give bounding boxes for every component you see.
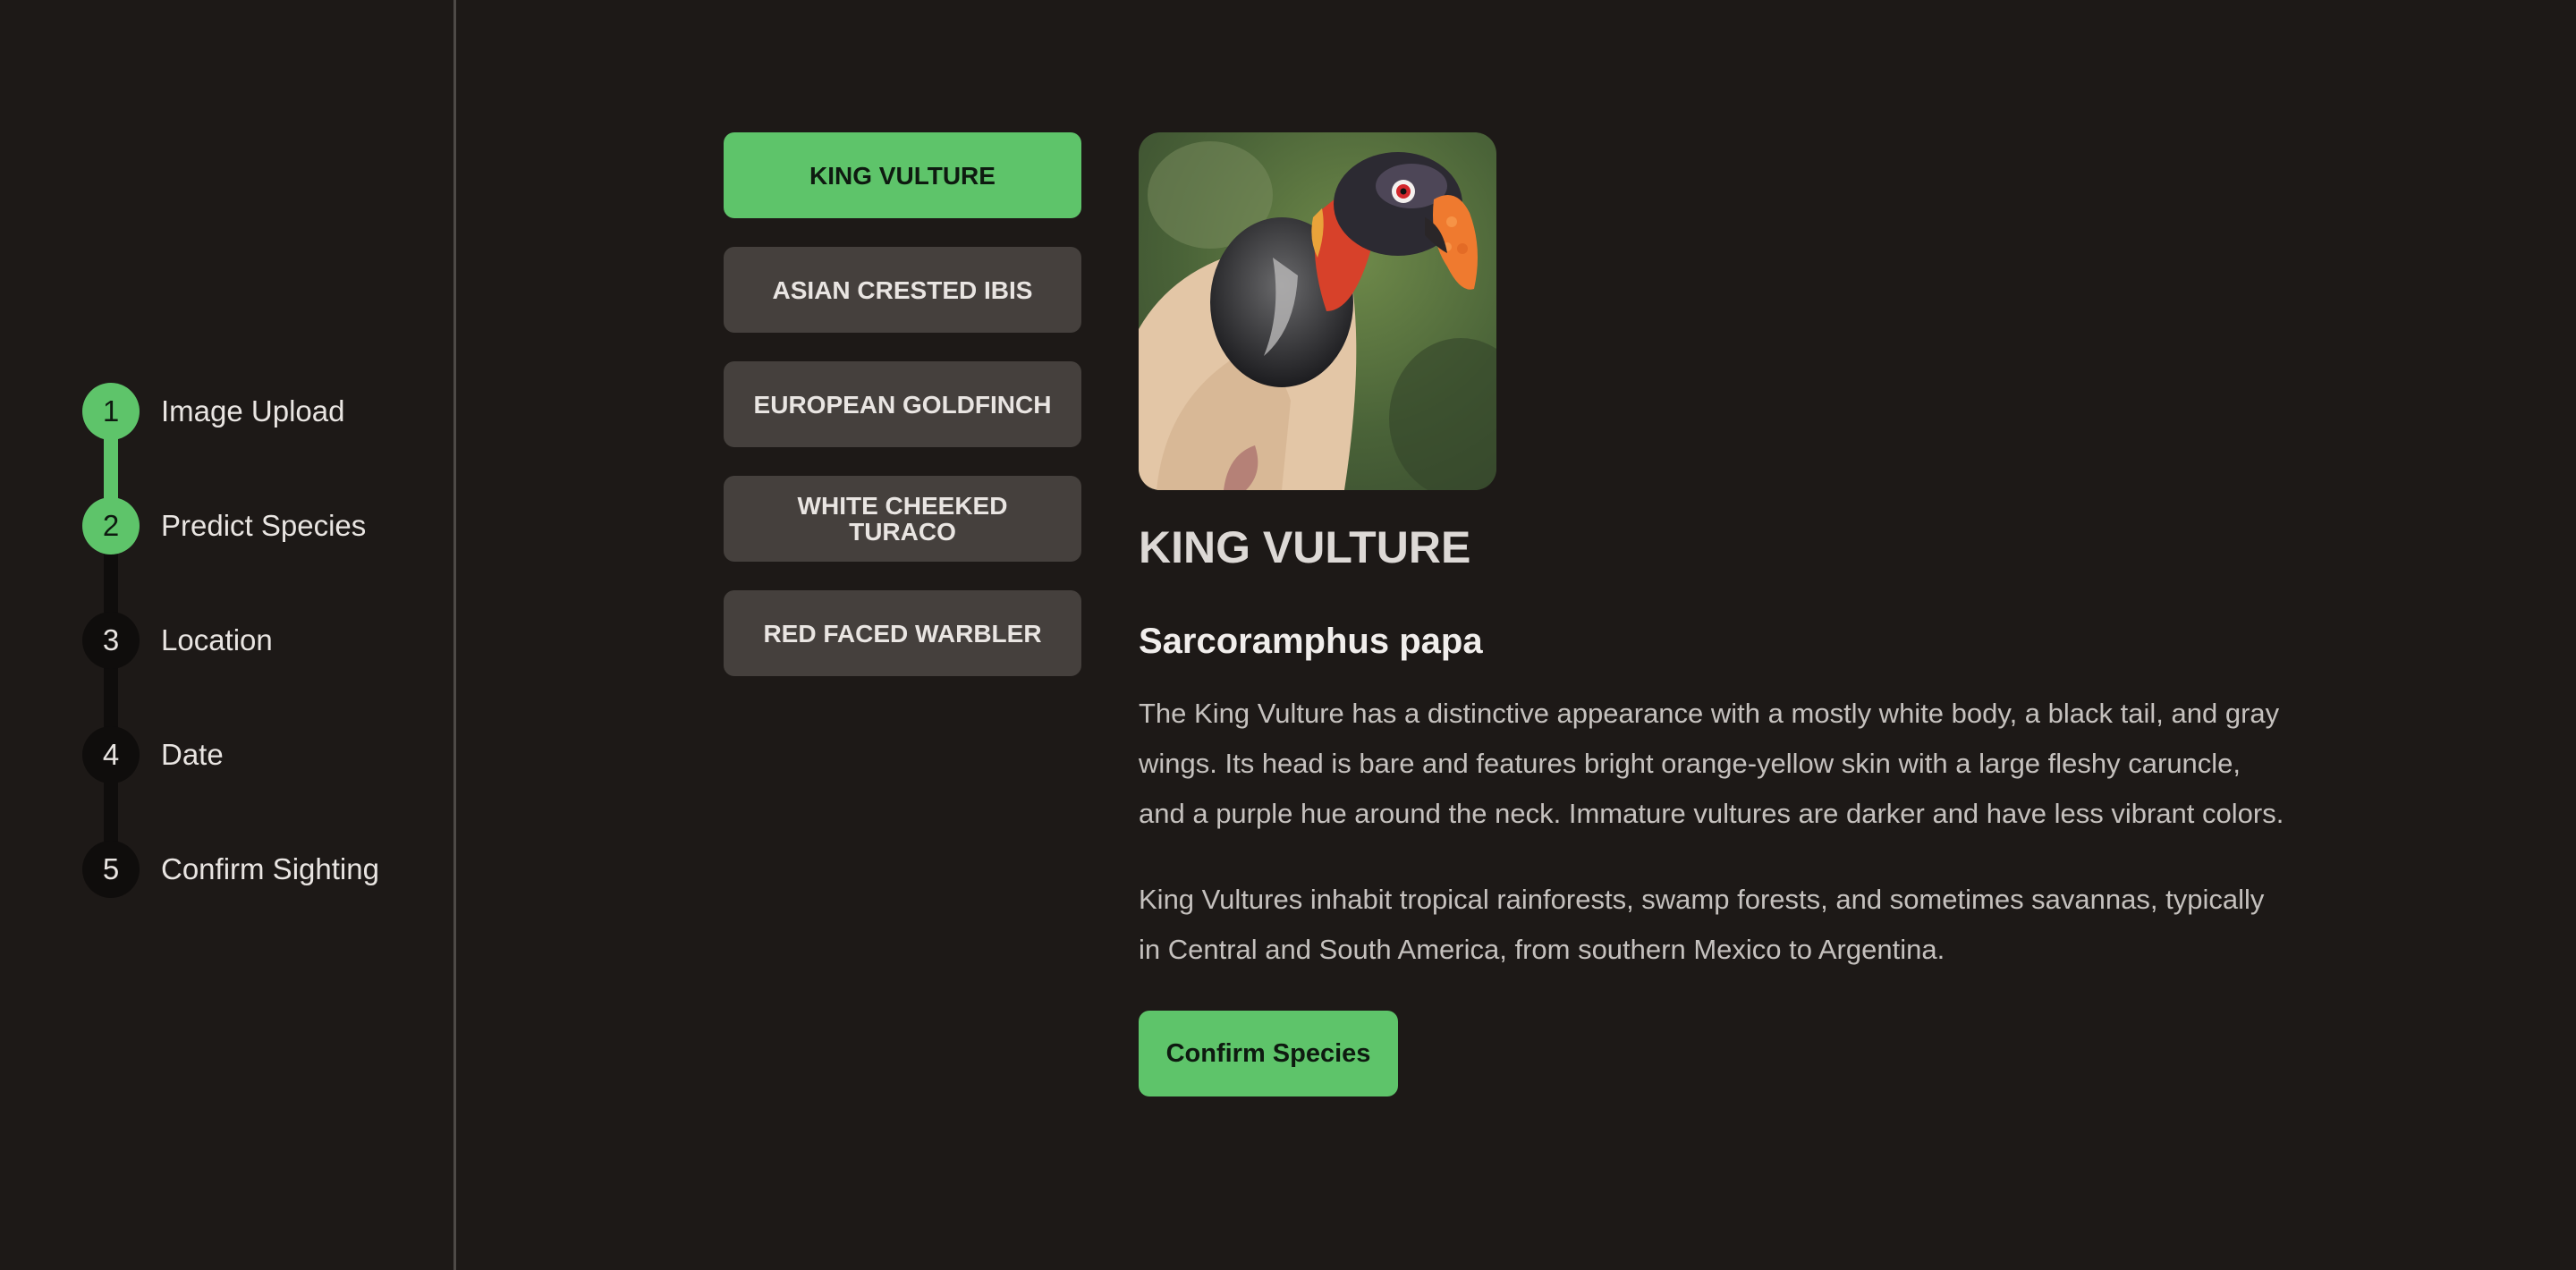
step-label: Image Upload bbox=[161, 394, 345, 428]
species-option-king-vulture[interactable]: KING VULTURE bbox=[724, 132, 1081, 218]
step-number: 5 bbox=[82, 841, 140, 898]
species-photo bbox=[1139, 132, 1496, 490]
step-confirm-sighting[interactable]: 5 Confirm Sighting bbox=[82, 841, 379, 898]
step-predict-species[interactable]: 2 Predict Species bbox=[82, 497, 379, 619]
step-number: 3 bbox=[82, 612, 140, 669]
step-number: 1 bbox=[82, 383, 140, 440]
step-label: Predict Species bbox=[161, 509, 367, 542]
step-number: 4 bbox=[82, 726, 140, 783]
step-connector bbox=[104, 662, 118, 733]
progress-stepper: 1 Image Upload 2 Predict Species 3 Locat… bbox=[82, 383, 379, 898]
step-connector bbox=[104, 547, 118, 619]
species-detail-panel: KING VULTURE Sarcoramphus papa The King … bbox=[1139, 132, 2301, 1096]
species-option-white-cheeked-turaco[interactable]: WHITE CHEEKED TURACO bbox=[724, 476, 1081, 562]
step-connector bbox=[104, 433, 118, 504]
sidebar: 1 Image Upload 2 Predict Species 3 Locat… bbox=[0, 0, 456, 1270]
step-label: Confirm Sighting bbox=[161, 852, 379, 885]
species-scientific-name: Sarcoramphus papa bbox=[1139, 622, 1483, 661]
species-description: The King Vulture has a distinctive appea… bbox=[1139, 698, 2284, 829]
confirm-species-button[interactable]: Confirm Species bbox=[1139, 1011, 1398, 1096]
step-connector bbox=[104, 776, 118, 848]
step-label: Location bbox=[161, 623, 273, 656]
species-option-red-faced-warbler[interactable]: RED FACED WARBLER bbox=[724, 590, 1081, 676]
step-image-upload[interactable]: 1 Image Upload bbox=[82, 383, 379, 504]
species-habitat: King Vultures inhabit tropical rainfores… bbox=[1139, 884, 2265, 965]
species-option-asian-crested-ibis[interactable]: ASIAN CRESTED IBIS bbox=[724, 247, 1081, 333]
step-label: Date bbox=[161, 738, 224, 771]
species-option-european-goldfinch[interactable]: EUROPEAN GOLDFINCH bbox=[724, 361, 1081, 447]
species-options-list: KING VULTURE ASIAN CRESTED IBIS EUROPEAN… bbox=[724, 132, 1081, 705]
step-location[interactable]: 3 Location bbox=[82, 612, 379, 733]
step-date[interactable]: 4 Date bbox=[82, 726, 379, 848]
step-number: 2 bbox=[82, 497, 140, 555]
species-common-name: KING VULTURE bbox=[1139, 522, 1471, 572]
